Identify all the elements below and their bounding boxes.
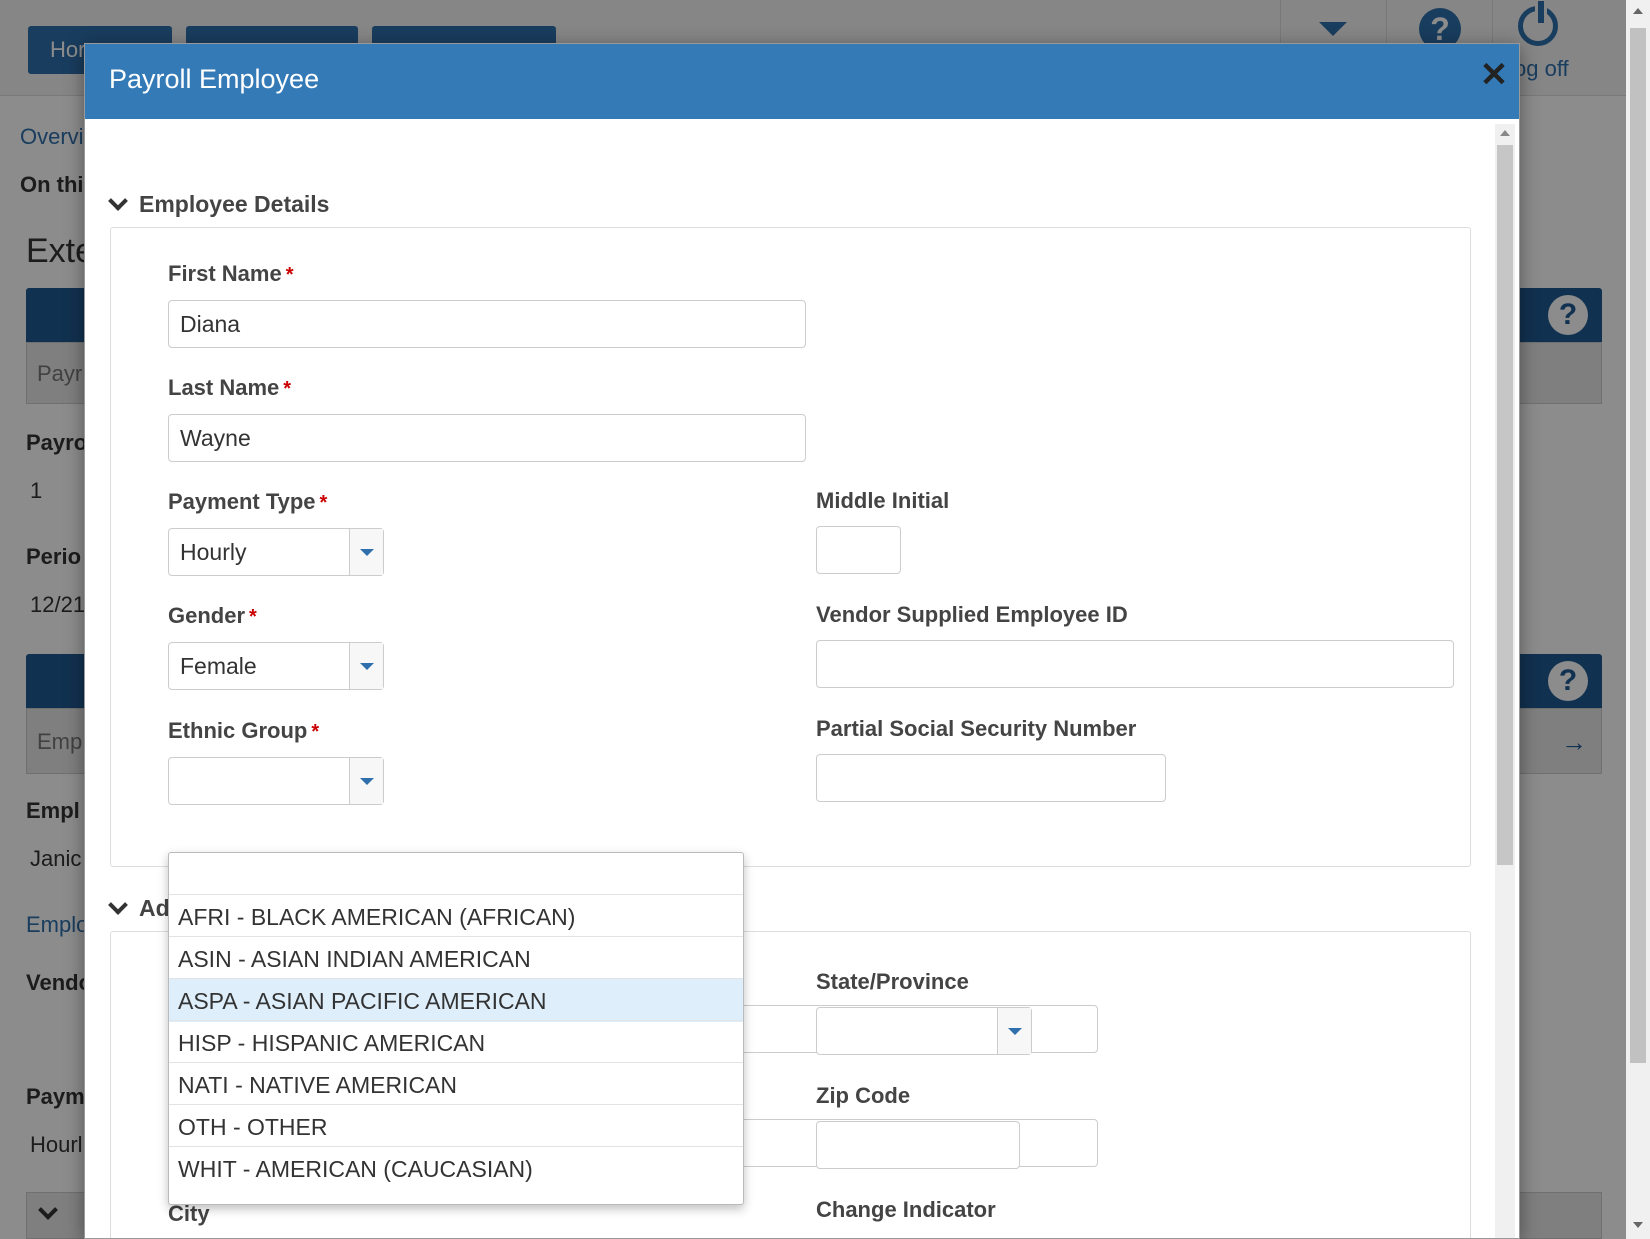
first-name-input[interactable] [168, 300, 806, 348]
modal-scrollbar[interactable] [1495, 124, 1515, 1238]
required-marker: * [285, 264, 294, 286]
gender-select[interactable]: Female [168, 642, 384, 690]
select-value: Female [180, 653, 257, 679]
gender-label: Gender * [168, 603, 257, 629]
caret-down-icon[interactable] [349, 643, 383, 689]
partial-ssn-input[interactable] [816, 754, 1166, 802]
chevron-down-icon [108, 190, 128, 211]
zip-code-label: Zip Code [816, 1083, 911, 1108]
required-marker: * [319, 492, 328, 514]
dropdown-option[interactable]: WHIT - AMERICAN (CAUCASIAN) [169, 1146, 743, 1190]
modal-body: Employee Details First Name* Last Name* … [85, 119, 1519, 1238]
caret-down-icon[interactable] [349, 758, 383, 804]
employee-details-toggle[interactable]: Employee Details [105, 190, 330, 218]
chevron-down-icon [108, 894, 128, 915]
label-text: Gender [168, 603, 246, 628]
label-text: Last Name [168, 375, 280, 400]
ethnic-group-label: Ethnic Group * [168, 718, 319, 744]
dropdown-option[interactable]: HISP - HISPANIC AMERICAN [169, 1020, 743, 1064]
scroll-down-icon[interactable] [1633, 1222, 1643, 1228]
vendor-employee-id-input[interactable] [816, 640, 1454, 688]
required-marker: * [311, 721, 320, 743]
required-marker: * [283, 378, 292, 400]
last-name-input[interactable] [168, 414, 806, 462]
label-text: Payment Type [168, 489, 316, 514]
modal-scrollbar-thumb[interactable] [1497, 145, 1513, 865]
payroll-employee-modal: Payroll Employee ✕ Employee Details Firs… [84, 43, 1520, 1239]
dropdown-option[interactable]: NATI - NATIVE AMERICAN [169, 1062, 743, 1106]
page-scrollbar-thumb[interactable] [1630, 28, 1646, 1063]
payment-type-select[interactable]: Hourly [168, 528, 384, 576]
caret-down-icon[interactable] [349, 529, 383, 575]
scroll-up-icon[interactable] [1633, 8, 1643, 14]
label-text: Ethnic Group [168, 718, 308, 743]
dropdown-option[interactable]: AFRI - BLACK AMERICAN (AFRICAN) [169, 894, 743, 938]
change-indicator-label: Change Indicator [816, 1197, 996, 1222]
dropdown-option[interactable]: ASIN - ASIAN INDIAN AMERICAN [169, 936, 743, 980]
ethnic-group-select[interactable] [168, 757, 384, 805]
middle-initial-input[interactable] [816, 526, 901, 574]
label-text: First Name [168, 261, 282, 286]
section-title: Employee Details [139, 191, 330, 217]
modal-header: Payroll Employee ✕ [85, 44, 1519, 119]
section-title: Ad [139, 895, 170, 921]
page-scrollbar[interactable] [1626, 0, 1650, 1239]
last-name-label: Last Name * [168, 375, 291, 401]
close-icon[interactable]: ✕ [1477, 58, 1511, 92]
select-value: Hourly [180, 539, 247, 565]
scroll-up-icon[interactable] [1500, 130, 1510, 136]
payment-type-label: Payment Type * [168, 489, 327, 515]
modal-title: Payroll Employee [109, 64, 320, 94]
caret-down-icon[interactable] [997, 1008, 1031, 1054]
state-label: State/Province [816, 969, 969, 994]
vendor-employee-id-label: Vendor Supplied Employee ID [816, 602, 1128, 627]
dropdown-option-blank[interactable] [169, 853, 743, 894]
dropdown-option[interactable]: OTH - OTHER [169, 1104, 743, 1148]
required-marker: * [249, 606, 257, 628]
zip-code-input[interactable] [816, 1121, 1020, 1169]
dropdown-option[interactable]: ASPA - ASIAN PACIFIC AMERICAN [169, 978, 743, 1022]
state-select[interactable] [816, 1007, 1032, 1055]
first-name-label: First Name * [168, 261, 294, 287]
ethnic-group-dropdown-list: AFRI - BLACK AMERICAN (AFRICAN) ASIN - AS… [168, 852, 744, 1205]
partial-ssn-label: Partial Social Security Number [816, 716, 1137, 741]
address-section-toggle[interactable]: Ad [105, 894, 170, 922]
middle-initial-label: Middle Initial [816, 488, 950, 513]
